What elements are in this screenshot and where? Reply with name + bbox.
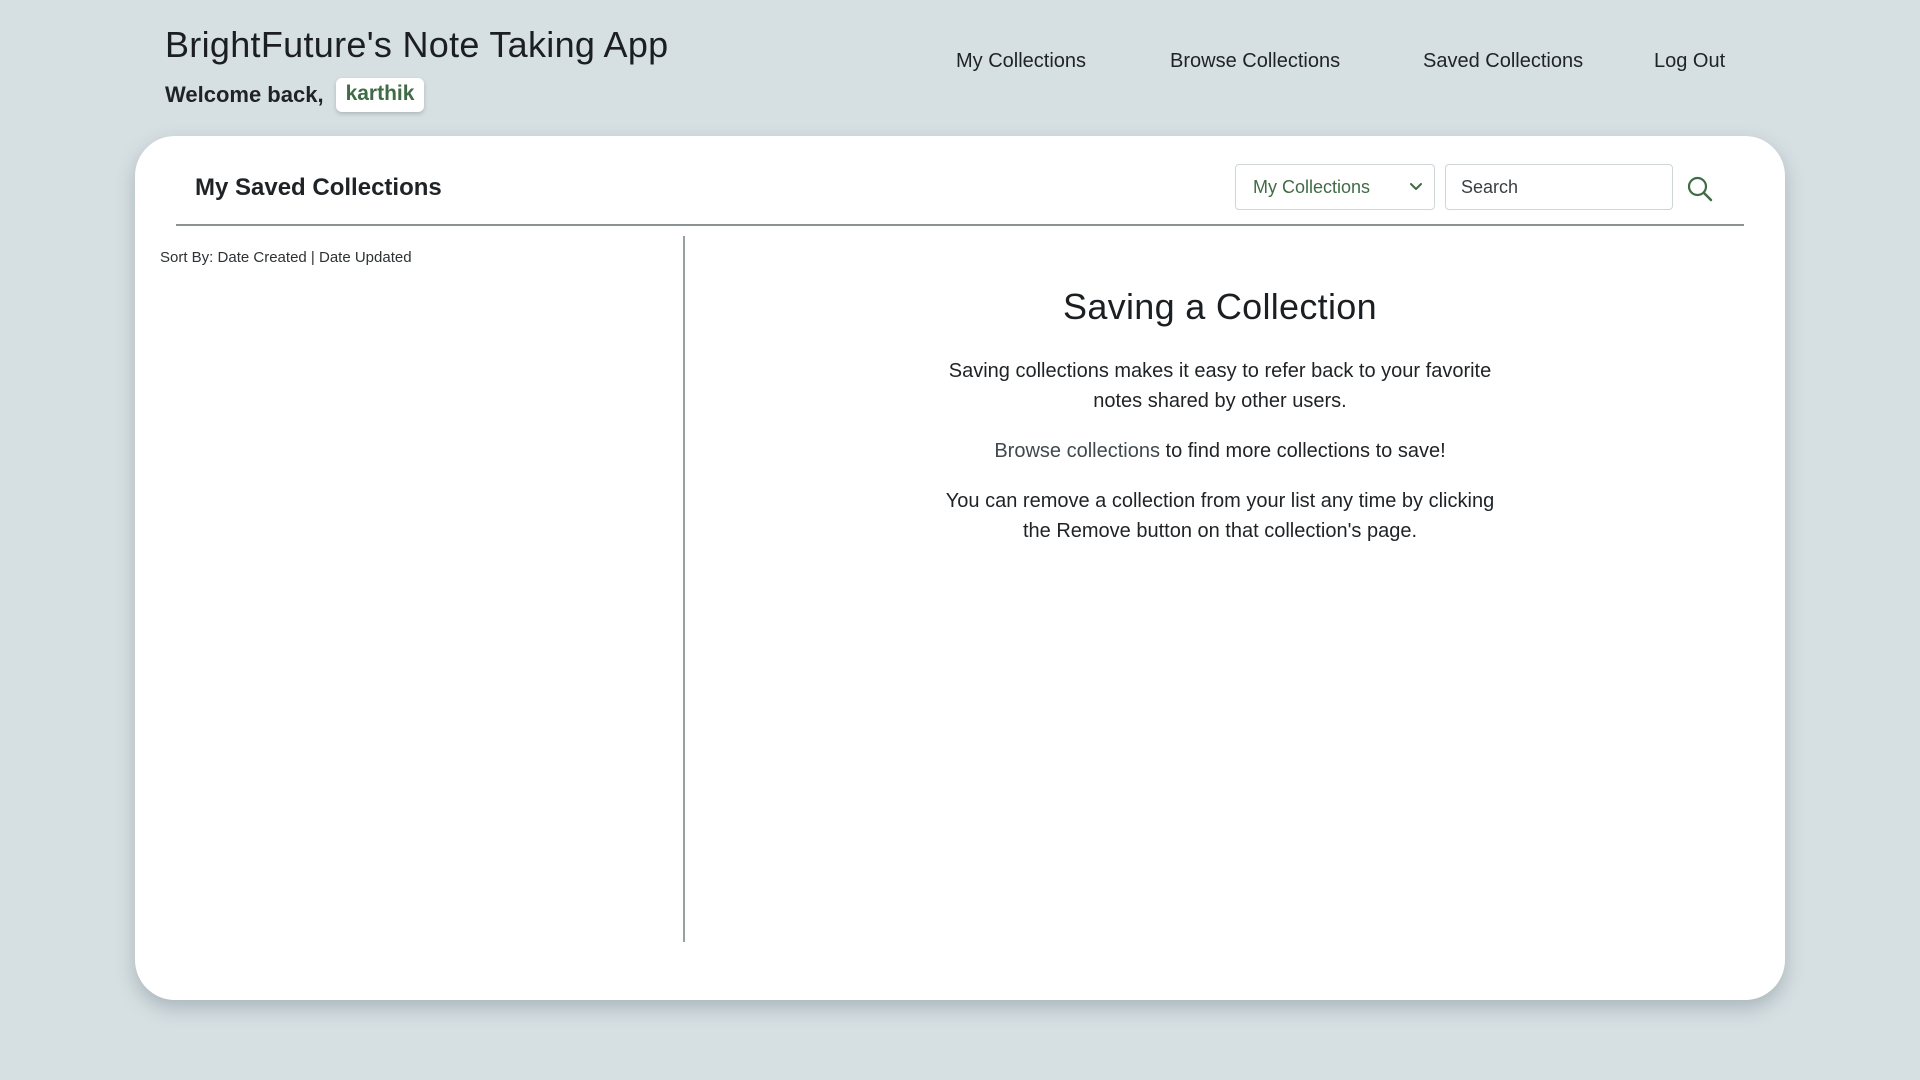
nav-log-out[interactable]: Log Out	[1654, 50, 1725, 73]
chevron-down-icon	[1410, 183, 1422, 190]
info-paragraph-2: Browse collections to find more collecti…	[935, 436, 1505, 466]
search-icon[interactable]	[1685, 174, 1715, 204]
nav-browse-collections[interactable]: Browse Collections	[1170, 50, 1340, 73]
header-divider	[176, 224, 1744, 226]
sort-date-created[interactable]: Date Created	[218, 249, 307, 266]
search-input[interactable]	[1445, 164, 1673, 210]
info-panel: Saving a Collection Saving collections m…	[935, 286, 1505, 566]
sort-date-updated[interactable]: Date Updated	[319, 249, 412, 266]
welcome-line: Welcome back, karthik	[165, 78, 425, 112]
nav-my-collections[interactable]: My Collections	[956, 50, 1086, 73]
panel-divider	[683, 236, 685, 942]
main-nav: My Collections Browse Collections Saved …	[0, 50, 1920, 80]
main-card: My Saved Collections My Collections Sort…	[135, 136, 1785, 1000]
sort-separator: |	[310, 249, 315, 266]
filter-selected-value: My Collections	[1253, 176, 1371, 197]
nav-saved-collections[interactable]: Saved Collections	[1423, 50, 1583, 73]
info-paragraph-2-text: to find more collections to save!	[1159, 440, 1446, 462]
info-paragraph-1: Saving collections makes it easy to refe…	[948, 360, 1492, 412]
app-header: BrightFuture's Note Taking App Welcome b…	[0, 0, 1920, 135]
collection-filter-select[interactable]: My Collections	[1235, 164, 1435, 210]
welcome-text: Welcome back,	[165, 82, 324, 107]
browse-collections-link[interactable]: Browse collections	[994, 440, 1160, 462]
info-title: Saving a Collection	[1063, 286, 1377, 327]
username-badge[interactable]: karthik	[335, 78, 425, 112]
sort-by-bar: Sort By: Date Created | Date Updated	[160, 249, 412, 266]
page-title: My Saved Collections	[195, 174, 442, 201]
info-paragraph-3: You can remove a collection from your li…	[945, 490, 1495, 542]
sort-by-label: Sort By:	[160, 249, 214, 266]
